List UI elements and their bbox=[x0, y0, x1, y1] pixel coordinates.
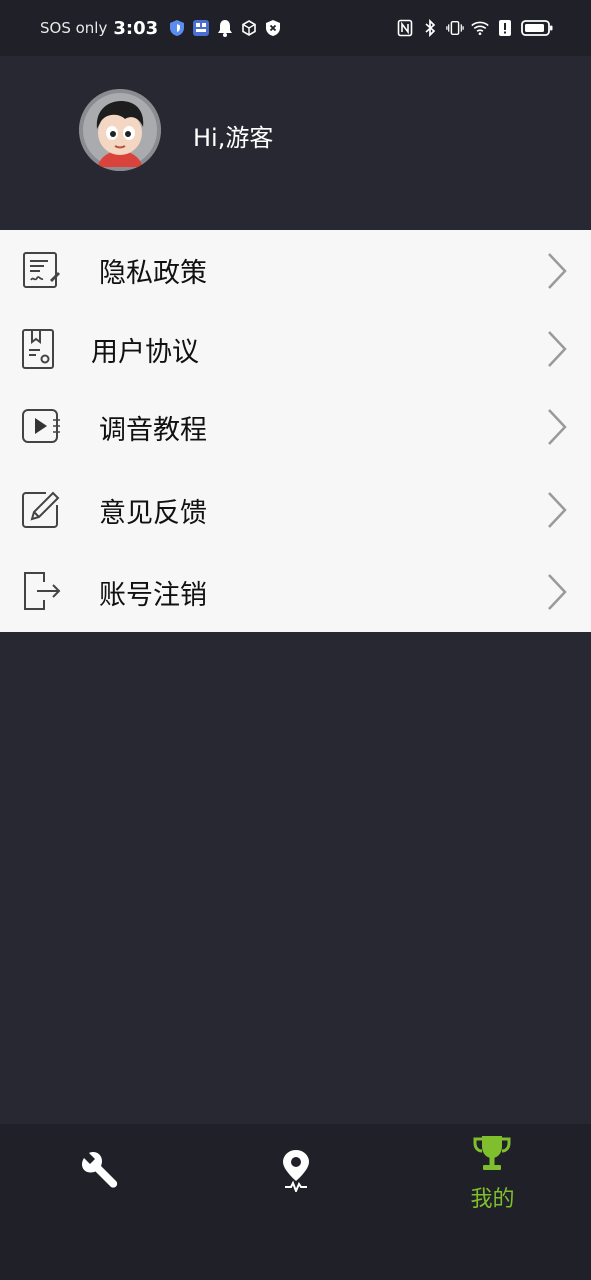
tab-mine[interactable]: 我的 bbox=[394, 1124, 591, 1224]
status-left: SOS only 3:03 bbox=[40, 18, 282, 39]
trophy-icon bbox=[472, 1134, 512, 1174]
logout-icon bbox=[20, 570, 62, 612]
cube-icon bbox=[240, 19, 258, 37]
menu-label: 账号注销 bbox=[99, 580, 207, 611]
settings-menu: 隐私政策 用户协议 调音教程 意见反馈 账号注销 bbox=[0, 230, 591, 632]
shield-icon bbox=[168, 19, 186, 37]
menu-item-tuning-tutorial[interactable]: 调音教程 bbox=[0, 389, 591, 469]
greeting-text: Hi,游客 bbox=[193, 124, 274, 152]
chevron-right-icon bbox=[545, 490, 569, 530]
menu-item-account-cancel[interactable]: 账号注销 bbox=[0, 551, 591, 631]
wifi-icon bbox=[471, 19, 489, 37]
status-time: 3:03 bbox=[113, 17, 159, 39]
avatar[interactable] bbox=[79, 89, 161, 171]
battery-icon bbox=[521, 19, 553, 37]
menu-item-user-agreement[interactable]: 用户协议 bbox=[0, 311, 591, 391]
alert-icon bbox=[496, 19, 514, 37]
profile-header: Hi,游客 bbox=[0, 56, 591, 230]
menu-item-privacy-policy[interactable]: 隐私政策 bbox=[0, 231, 591, 311]
menu-label: 调音教程 bbox=[99, 415, 207, 446]
chevron-right-icon bbox=[545, 329, 569, 369]
tab-tools[interactable] bbox=[0, 1124, 197, 1224]
nfc-icon bbox=[396, 19, 414, 37]
status-bar: SOS only 3:03 bbox=[0, 0, 591, 56]
menu-label: 用户协议 bbox=[91, 337, 199, 368]
user-agreement-icon bbox=[20, 328, 62, 370]
video-tutorial-icon bbox=[20, 406, 62, 448]
chevron-right-icon bbox=[545, 407, 569, 447]
location-pin-icon bbox=[279, 1148, 313, 1194]
chevron-right-icon bbox=[545, 251, 569, 291]
menu-label: 意见反馈 bbox=[99, 498, 207, 529]
menu-label: 隐私政策 bbox=[99, 258, 207, 289]
bell-icon bbox=[216, 19, 234, 37]
bluetooth-icon bbox=[421, 19, 439, 37]
chevron-right-icon bbox=[545, 572, 569, 612]
menu-item-feedback[interactable]: 意见反馈 bbox=[0, 469, 591, 549]
vibrate-icon bbox=[446, 19, 464, 37]
bottom-nav: 我的 bbox=[0, 1124, 591, 1280]
wrench-icon bbox=[78, 1148, 122, 1192]
tab-location[interactable] bbox=[197, 1124, 394, 1224]
app-grid-icon bbox=[192, 19, 210, 37]
status-right bbox=[396, 19, 553, 37]
tab-mine-label: 我的 bbox=[470, 1187, 515, 1212]
security-x-icon bbox=[264, 19, 282, 37]
feedback-edit-icon bbox=[20, 489, 62, 531]
privacy-document-icon bbox=[20, 250, 62, 292]
sos-text: SOS only bbox=[40, 19, 108, 37]
